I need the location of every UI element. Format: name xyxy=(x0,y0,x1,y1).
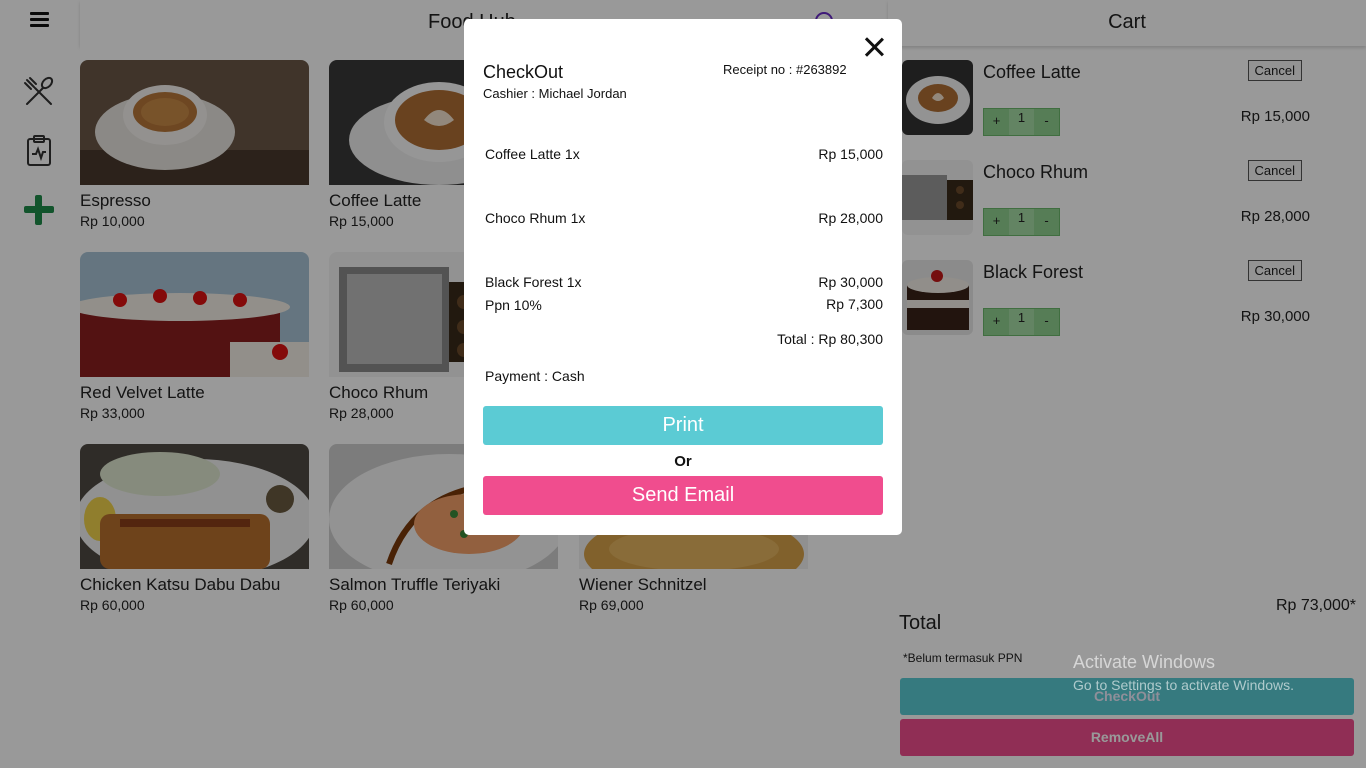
receipt-line-label: Coffee Latte 1x xyxy=(485,146,580,162)
receipt-line-value: Rp 7,300 xyxy=(826,296,883,312)
receipt-total: Total : Rp 80,300 xyxy=(777,331,883,347)
receipt-line-label: Black Forest 1x xyxy=(485,274,582,290)
receipt-number: Receipt no : #263892 xyxy=(723,62,847,77)
payment-method: Payment : Cash xyxy=(485,368,585,384)
app-root: Food Hub Espresso Rp 10,000 Coffee Latte… xyxy=(0,0,1366,768)
checkout-modal: CheckOut Cashier : Michael Jordan Receip… xyxy=(464,19,902,535)
or-separator: Or xyxy=(674,453,692,470)
print-button[interactable]: Print xyxy=(483,406,883,445)
modal-title: CheckOut xyxy=(483,62,564,82)
receipt-line-value: Rp 28,000 xyxy=(818,210,883,226)
receipt-line: Choco Rhum 1x Rp 28,000 xyxy=(485,210,883,226)
activation-watermark-title: Activate Windows xyxy=(1073,652,1216,672)
activation-watermark-subtitle: Go to Settings to activate Windows. xyxy=(1073,677,1294,693)
close-icon[interactable] xyxy=(864,37,884,57)
receipt-line: Black Forest 1x Rp 30,000 xyxy=(485,274,883,290)
receipt-line-tax: Ppn 10% Rp 7,300 xyxy=(485,296,883,313)
receipt-line-label: Ppn 10% xyxy=(485,297,542,313)
receipt-line: Coffee Latte 1x Rp 15,000 xyxy=(485,146,883,162)
receipt-line-label: Choco Rhum 1x xyxy=(485,210,586,226)
cashier-label: Cashier : Michael Jordan xyxy=(483,86,627,101)
send-email-button[interactable]: Send Email xyxy=(483,476,883,515)
receipt-line-value: Rp 15,000 xyxy=(818,146,883,162)
receipt-line-value: Rp 30,000 xyxy=(818,274,883,290)
